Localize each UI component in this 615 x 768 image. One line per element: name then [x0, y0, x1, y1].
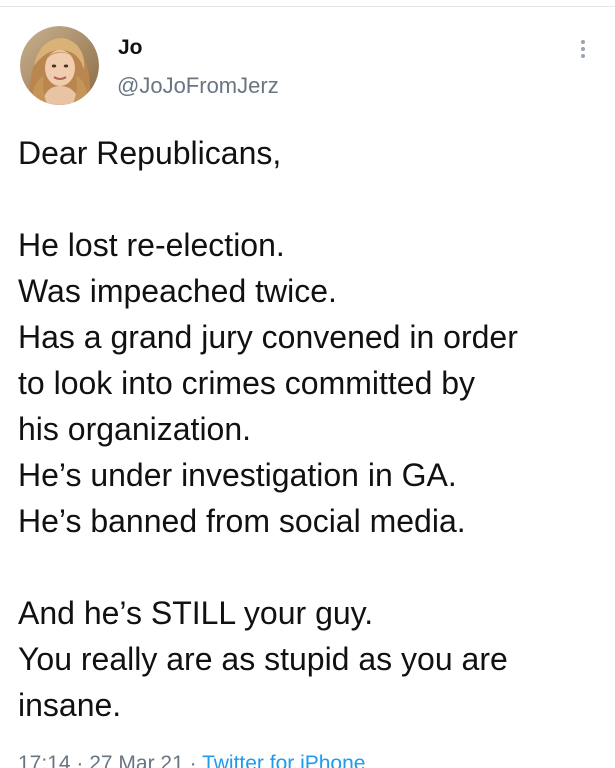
timestamp[interactable]: 17:14 · 27 Mar 21 · [18, 752, 197, 768]
tweet-line: Was impeached twice. [18, 273, 337, 309]
tweet-header: Jo @JoJoFromJerz [0, 0, 615, 120]
tweet-line: Has a grand jury convened in order [18, 319, 518, 355]
tweet-line: You really are as stupid as you are [18, 641, 508, 677]
tweet-text: Dear Republicans, He lost re-election. W… [18, 130, 608, 728]
more-dot [581, 47, 585, 51]
tweet-line: And he’s STILL your guy. [18, 595, 374, 631]
tweet-line: He lost re-election. [18, 227, 285, 263]
tweet-line: insane. [18, 687, 122, 723]
tweet-line: to look into crimes committed by [18, 365, 476, 401]
more-options-icon[interactable] [573, 34, 593, 64]
display-name[interactable]: Jo [118, 36, 143, 60]
tweet-meta: 17:14 · 27 Mar 21 · Twitter for iPhone [18, 752, 365, 768]
more-dot [581, 54, 585, 58]
avatar-image [20, 26, 99, 105]
avatar[interactable] [20, 26, 99, 105]
tweet-line: Dear Republicans, [18, 135, 282, 171]
tweet-line: his organization. [18, 411, 252, 447]
user-handle[interactable]: @JoJoFromJerz [117, 73, 279, 99]
more-dot [581, 40, 585, 44]
source-link[interactable]: Twitter for iPhone [202, 752, 365, 768]
tweet-line: He’s banned from social media. [18, 503, 466, 539]
tweet-line: He’s under investigation in GA. [18, 457, 457, 493]
